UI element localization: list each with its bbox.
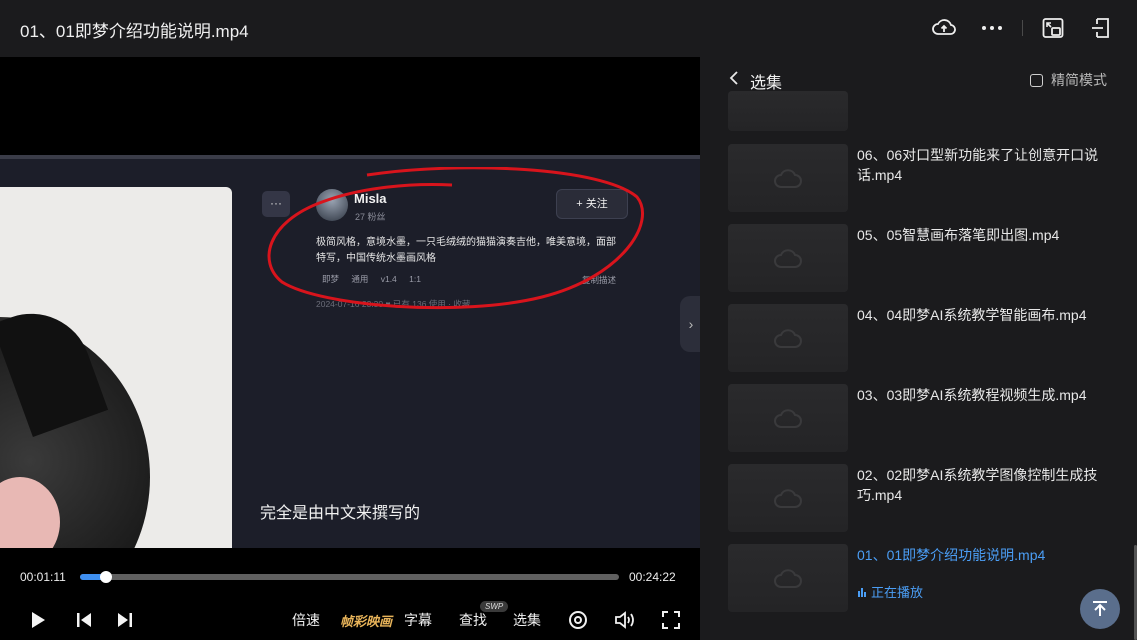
episode-title: 02、02即梦AI系统教学图像控制生成技巧.mp4: [857, 467, 1098, 503]
list-item-active[interactable]: 01、01即梦介绍功能说明.mp4 正在播放: [728, 544, 1128, 612]
subtitle-button[interactable]: 字幕: [404, 609, 432, 631]
volume-icon[interactable]: [613, 609, 637, 631]
exit-fullscreen-icon[interactable]: [1085, 12, 1117, 44]
previous-icon[interactable]: [73, 609, 95, 631]
episode-thumbnail: [728, 544, 848, 612]
search-badge: SWP: [480, 601, 509, 612]
current-time: 00:01:11: [20, 570, 66, 584]
episode-thumbnail-partial[interactable]: [728, 91, 848, 131]
window-title: 01、01即梦介绍功能说明.mp4: [20, 22, 249, 41]
episode-thumbnail: [728, 464, 848, 532]
search-button[interactable]: 查找: [459, 609, 487, 631]
episode-thumbnail: [728, 384, 848, 452]
title-bar: 01、01即梦介绍功能说明.mp4: [0, 0, 1137, 57]
now-playing-label: 正在播放: [871, 585, 924, 600]
episode-thumbnail: [728, 144, 848, 212]
list-item[interactable]: 06、06对口型新功能来了让创意开口说话.mp4: [728, 144, 1128, 212]
list-item[interactable]: 02、02即梦AI系统教学图像控制生成技巧.mp4: [728, 464, 1128, 532]
compact-mode-toggle[interactable]: 精简模式: [1030, 70, 1107, 90]
back-to-top-icon[interactable]: [1080, 589, 1120, 629]
episode-title: 06、06对口型新功能来了让创意开口说话.mp4: [857, 147, 1099, 183]
episode-sidebar: 选集 精简模式 06、06对口型新功能来了让创意开口说话.mp4 05、05智慧…: [700, 57, 1137, 640]
player-controls: 00:01:11 00:24:22 倍速 帧彩映画 字幕 查找 SWP 选集: [0, 548, 700, 640]
frame-border: [0, 155, 700, 159]
episode-title: 01、01即梦介绍功能说明.mp4: [857, 547, 1046, 563]
top-toolbar: [928, 12, 1117, 44]
picture-in-picture-icon[interactable]: [1037, 12, 1069, 44]
settings-icon[interactable]: [567, 609, 589, 631]
progress-handle[interactable]: [100, 571, 113, 583]
frame-next-arrow-icon: ›: [680, 296, 700, 352]
episode-title: 05、05智慧画布落笔即出图.mp4: [857, 227, 1060, 243]
back-chevron-icon[interactable]: [728, 70, 740, 91]
list-item[interactable]: 04、04即梦AI系统教学智能画布.mp4: [728, 304, 1128, 372]
list-item[interactable]: 03、03即梦AI系统教程视频生成.mp4: [728, 384, 1128, 452]
film-effect-button[interactable]: 帧彩映画: [340, 609, 392, 631]
video-frame: ··· Misla 27 粉丝 + 关注 极简风格，意境水墨，一只毛绒绒的猫猫演…: [0, 155, 700, 548]
toolbar-divider: [1022, 20, 1023, 36]
next-icon[interactable]: [114, 609, 136, 631]
compact-mode-checkbox[interactable]: [1030, 73, 1043, 87]
compact-mode-label: 精简模式: [1051, 72, 1107, 88]
episodes-button[interactable]: 选集: [513, 609, 541, 631]
cloud-upload-icon[interactable]: [928, 12, 960, 44]
episode-title: 03、03即梦AI系统教程视频生成.mp4: [857, 387, 1087, 403]
cat-artwork-image: [0, 187, 232, 548]
now-playing-status: 正在播放: [857, 582, 923, 601]
red-annotation-circle: [267, 167, 644, 310]
episode-thumbnail: [728, 224, 848, 292]
play-icon[interactable]: [27, 609, 49, 631]
video-subtitle: 完全是由中文来撰写的: [260, 505, 421, 522]
more-icon[interactable]: [976, 12, 1008, 44]
video-player[interactable]: ··· Misla 27 粉丝 + 关注 极简风格，意境水墨，一只毛绒绒的猫猫演…: [0, 57, 700, 548]
episode-thumbnail: [728, 304, 848, 372]
fullscreen-icon[interactable]: [660, 609, 682, 631]
episode-title: 04、04即梦AI系统教学智能画布.mp4: [857, 307, 1087, 323]
total-time: 00:24:22: [629, 570, 676, 584]
progress-bar[interactable]: [80, 571, 619, 583]
speed-button[interactable]: 倍速: [292, 609, 320, 631]
equalizer-icon: [858, 587, 866, 597]
list-item[interactable]: 05、05智慧画布落笔即出图.mp4: [728, 224, 1128, 292]
sidebar-title: 选集: [750, 75, 783, 92]
